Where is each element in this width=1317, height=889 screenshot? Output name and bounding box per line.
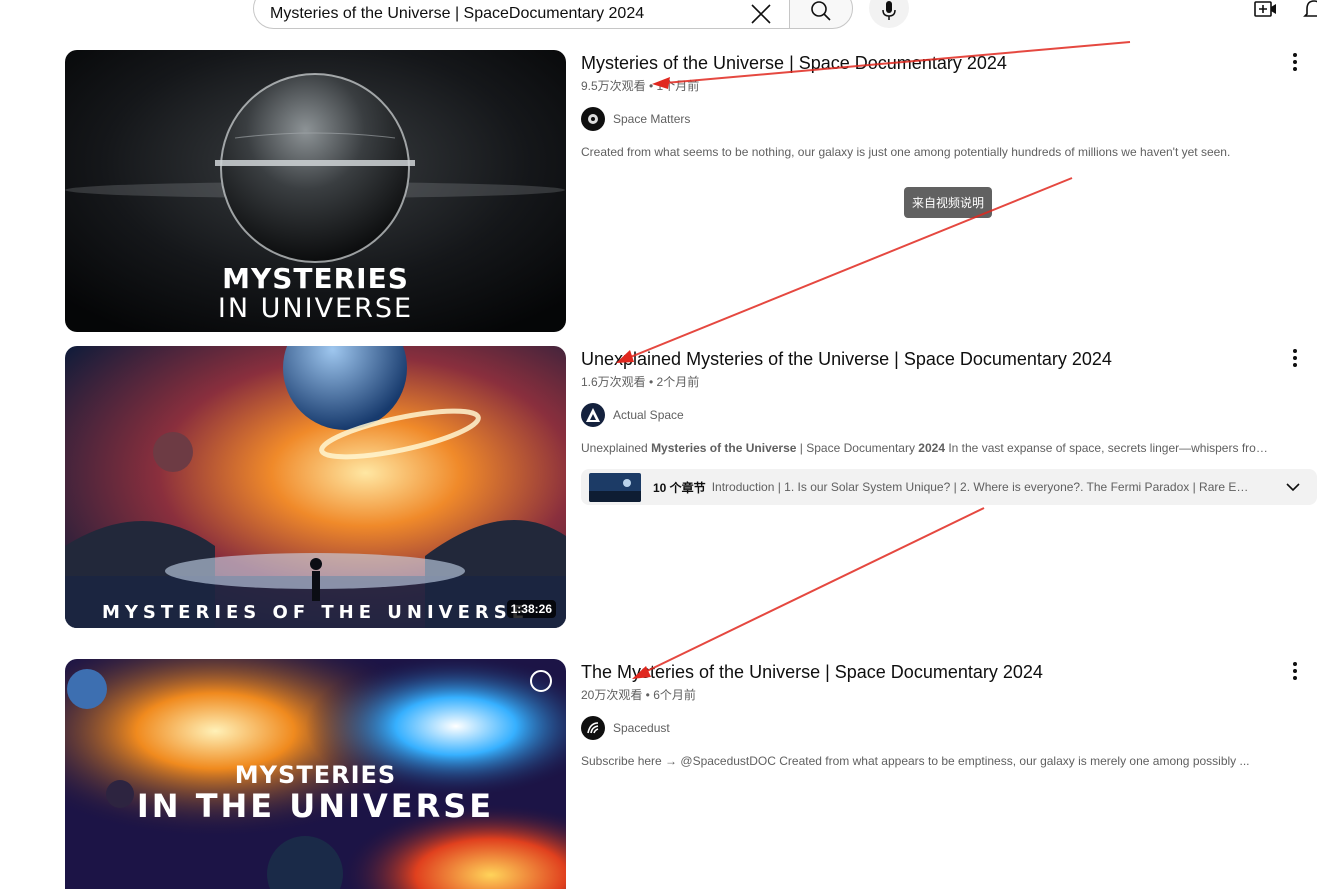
- channel-row[interactable]: Spacedust: [581, 716, 1317, 740]
- more-options-icon[interactable]: [1285, 661, 1305, 681]
- channel-name[interactable]: Spacedust: [613, 721, 670, 735]
- channel-row[interactable]: Actual Space: [581, 403, 1317, 427]
- thumbnail-title: MYSTERIES: [222, 262, 409, 295]
- chapter-thumbnail: [589, 472, 641, 502]
- chevron-down-icon[interactable]: [1285, 479, 1301, 495]
- tooltip: 来自视频说明: [904, 187, 993, 218]
- video-meta: 9.5万次观看 • 1个月前: [581, 79, 700, 93]
- voice-search-button[interactable]: [869, 0, 909, 28]
- bell-icon[interactable]: [1303, 0, 1317, 20]
- thumbnail-subtitle: IN THE UNIVERSE: [136, 787, 495, 825]
- thumbnail-title: MYSTERIES: [234, 761, 397, 789]
- chapters-list: Introduction | 1. Is our Solar System Un…: [711, 480, 1252, 494]
- video-result[interactable]: MYSTERIES IN THE UNIVERSE The Mysteries …: [65, 659, 1317, 889]
- video-description: Created from what seems to be nothing, o…: [581, 145, 1231, 159]
- search-icon: [810, 0, 832, 27]
- channel-avatar[interactable]: [581, 403, 605, 427]
- search-button[interactable]: [789, 0, 853, 29]
- video-title[interactable]: The Mysteries of the Universe | Space Do…: [581, 659, 1317, 685]
- chapters-panel[interactable]: 10 个章节 Introduction | 1. Is our Solar Sy…: [581, 469, 1317, 505]
- mic-icon: [881, 0, 897, 26]
- video-title[interactable]: Unexplained Mysteries of the Universe | …: [581, 346, 1317, 372]
- search-box[interactable]: [253, 0, 789, 29]
- more-options-icon[interactable]: [1285, 348, 1305, 368]
- video-meta: 20万次观看 • 6个月前: [581, 688, 696, 702]
- search-input[interactable]: [270, 1, 741, 26]
- create-video-icon[interactable]: [1254, 0, 1278, 20]
- video-meta: 1.6万次观看 • 2个月前: [581, 375, 700, 389]
- video-info: Unexplained Mysteries of the Universe | …: [581, 346, 1317, 505]
- channel-avatar[interactable]: [581, 716, 605, 740]
- close-icon[interactable]: [741, 0, 781, 29]
- video-description: Unexplained Mysteries of the Universe | …: [581, 441, 1271, 455]
- thumbnail-subtitle: IN UNIVERSE: [217, 293, 414, 324]
- video-result[interactable]: MYSTERIES OF THE UNIVERSE 1:38:26 Unexpl…: [65, 346, 1317, 628]
- video-info: Mysteries of the Universe | Space Docume…: [581, 50, 1317, 161]
- channel-name[interactable]: Space Matters: [613, 112, 690, 126]
- channel-row[interactable]: Space Matters: [581, 107, 1317, 131]
- video-thumbnail[interactable]: MYSTERIES IN THE UNIVERSE: [65, 659, 566, 889]
- video-thumbnail[interactable]: MYSTERIES IN UNIVERSE: [65, 50, 566, 332]
- video-info: The Mysteries of the Universe | Space Do…: [581, 659, 1317, 770]
- video-duration: 1:38:26: [506, 600, 556, 618]
- video-description: Subscribe here → @SpacedustDOC Created f…: [581, 754, 1250, 768]
- thumbnail-title: MYSTERIES OF THE UNIVERSE: [101, 602, 530, 623]
- video-title[interactable]: Mysteries of the Universe | Space Docume…: [581, 50, 1317, 76]
- chapters-count: 10 个章节: [653, 480, 706, 495]
- video-result[interactable]: MYSTERIES IN UNIVERSE Mysteries of the U…: [65, 50, 1317, 332]
- channel-avatar[interactable]: [581, 107, 605, 131]
- video-thumbnail[interactable]: MYSTERIES OF THE UNIVERSE 1:38:26: [65, 346, 566, 628]
- channel-name[interactable]: Actual Space: [613, 408, 684, 422]
- more-options-icon[interactable]: [1285, 52, 1305, 72]
